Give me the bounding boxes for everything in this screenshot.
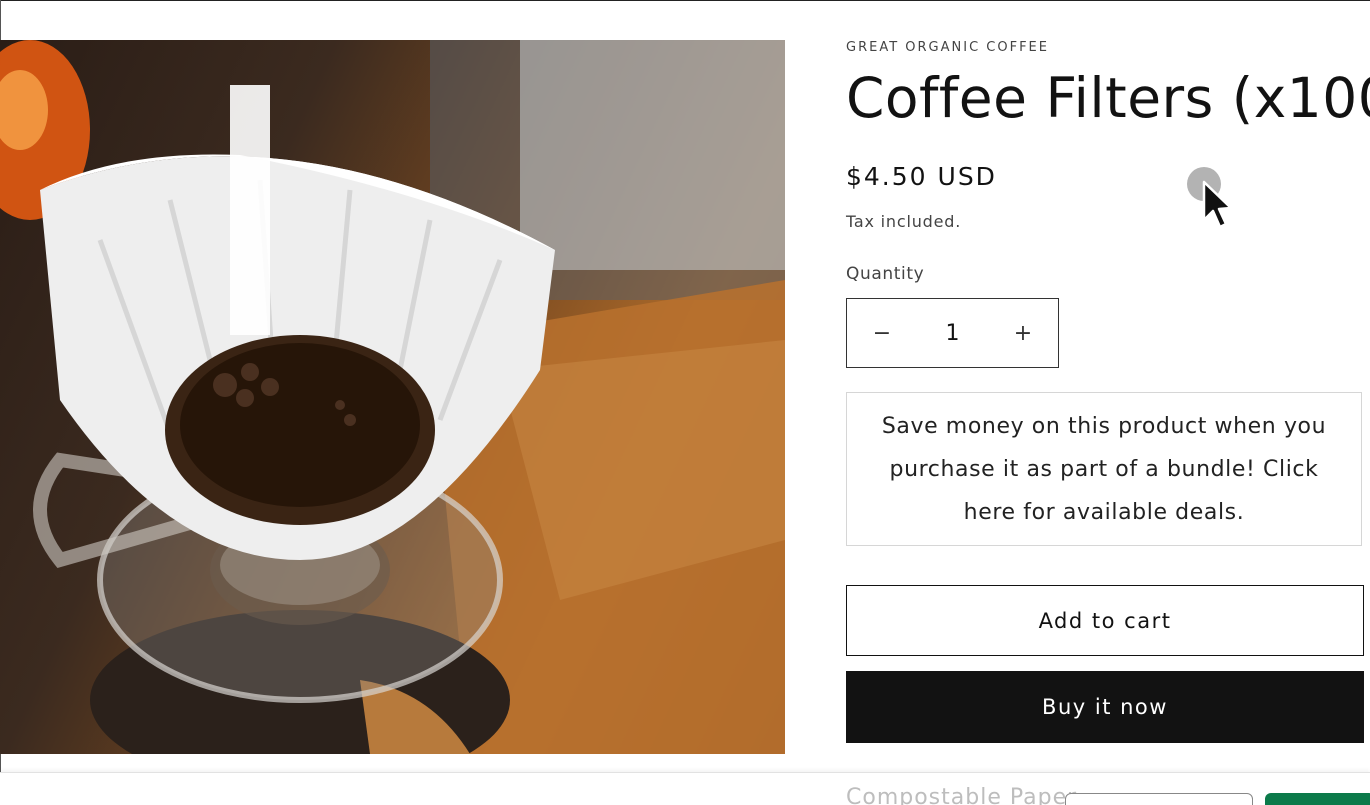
top-border	[0, 0, 1370, 1]
sticky-product-title: Compostable Paper	[846, 785, 1078, 805]
product-price: $4.50 USD	[846, 162, 997, 191]
product-vendor: GREAT ORGANIC COFFEE	[846, 40, 1049, 55]
bundle-deals-text: Save money on this product when you purc…	[881, 413, 1327, 525]
sticky-variant-select[interactable]	[1065, 793, 1253, 805]
quantity-label: Quantity	[846, 264, 925, 284]
quantity-decrease-button[interactable]: −	[847, 299, 917, 367]
product-image-graphic	[0, 40, 785, 754]
quantity-increase-button[interactable]: +	[988, 299, 1058, 367]
product-image[interactable]	[0, 40, 785, 754]
plus-icon: +	[1013, 320, 1033, 346]
minus-icon: −	[872, 320, 892, 346]
buy-now-button[interactable]: Buy it now	[846, 671, 1364, 743]
tax-note: Tax included.	[846, 212, 962, 231]
add-to-cart-button[interactable]: Add to cart	[846, 585, 1364, 656]
product-title: Coffee Filters (x100)	[846, 66, 1370, 130]
sticky-add-button[interactable]	[1265, 793, 1370, 805]
bundle-deals-link[interactable]: Save money on this product when you purc…	[846, 392, 1362, 546]
quantity-stepper: − +	[846, 298, 1059, 368]
sticky-add-to-cart-bar: Compostable Paper	[0, 772, 1370, 805]
mouse-pointer-icon	[1187, 167, 1233, 229]
quantity-input[interactable]	[917, 299, 988, 367]
